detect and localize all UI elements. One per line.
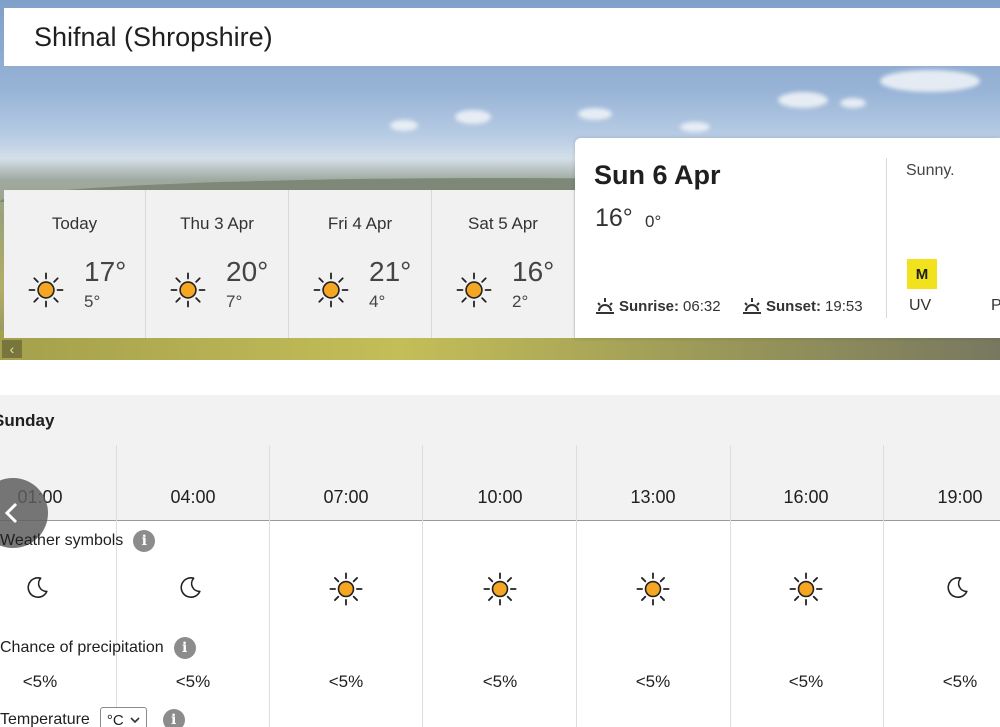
day-tab-label: Today [51, 214, 98, 233]
day-tab-label: Fri 4 Apr [327, 214, 393, 233]
day-min-temp: 4° [369, 292, 386, 311]
sun-icon [313, 272, 349, 308]
day-max-temp: 16° [512, 256, 555, 287]
selected-day-panel: Sun 6 Apr 16° 0° Sunrise: 06:32 Sunset: … [575, 138, 1000, 338]
hourly-day-heading: Sunday [0, 411, 55, 430]
day-max-temp: 17° [84, 256, 127, 287]
day-tab-label: Thu 3 Apr [180, 214, 254, 233]
precipitation-value: <5% [328, 672, 364, 691]
sun-icon [636, 572, 670, 606]
hour-label: 13:00 [630, 487, 676, 507]
weather-symbols-row-label: Weather symbols i [0, 530, 156, 552]
sunset-label: Sunset: [766, 297, 822, 315]
precipitation-value: <5% [942, 672, 978, 691]
info-icon[interactable]: i [162, 709, 185, 727]
sun-icon [483, 572, 517, 606]
precipitation-value: <5% [788, 672, 824, 691]
day-tab[interactable]: Fri 4 Apr 21° 4° [289, 190, 432, 338]
precipitation-value: <5% [175, 672, 211, 691]
temperature-row-label: Temperature °C i [0, 707, 185, 727]
moon-icon [176, 572, 210, 606]
precipitation-value: <5% [482, 672, 518, 691]
column-divider [116, 445, 117, 727]
sunrise-info: Sunrise: 06:32 [595, 297, 721, 315]
precipitation-row-label: Chance of precipitation i [0, 637, 196, 659]
selected-day-min-temp: 0° [645, 212, 662, 231]
column-divider [730, 445, 731, 727]
hour-label: 19:00 [937, 487, 983, 507]
panel-divider [886, 158, 887, 318]
selected-day-max-temp: 16° [595, 204, 633, 232]
sun-icon [170, 272, 206, 308]
day-tab[interactable]: Sat 5 Apr 16° 2° [432, 190, 575, 338]
unit-select-value: °C [106, 711, 124, 727]
hour-label: 04:00 [170, 487, 216, 507]
column-divider [269, 445, 270, 727]
day-max-temp: 21° [369, 256, 412, 287]
info-icon[interactable]: i [173, 637, 196, 659]
pollen-label: P [991, 297, 1000, 314]
day-tab[interactable]: Today 17° 5° [4, 190, 146, 338]
hour-label: 16:00 [783, 487, 829, 507]
sun-icon [28, 272, 64, 308]
uv-badge: M [907, 259, 937, 289]
day-min-temp: 2° [512, 292, 529, 311]
column-divider [576, 445, 577, 727]
moon-icon [943, 572, 977, 606]
precipitation-value: <5% [635, 672, 671, 691]
day-tab[interactable]: Thu 3 Apr 20° 7° [146, 190, 289, 338]
sun-icon [329, 572, 363, 606]
column-divider [422, 445, 423, 727]
moon-icon [23, 572, 57, 606]
uv-label: UV [909, 297, 932, 314]
sun-icon [456, 272, 492, 308]
sun-icon [789, 572, 823, 606]
sunrise-time: 06:32 [683, 297, 721, 315]
day-tab-label: Sat 5 Apr [468, 214, 538, 233]
sunrise-label: Sunrise: [619, 297, 680, 315]
precipitation-value: <5% [22, 672, 58, 691]
hour-label: 10:00 [477, 487, 523, 507]
location-title: Shifnal (Shropshire) [34, 21, 273, 52]
location-bar: Shifnal (Shropshire) [4, 8, 1000, 66]
hour-label: 07:00 [323, 487, 369, 507]
sunrise-icon [596, 298, 614, 314]
days-scroll-left-button[interactable]: ‹ [2, 340, 22, 358]
chevron-down-icon [130, 716, 140, 723]
day-min-temp: 5° [84, 292, 101, 311]
temperature-label: Temperature [0, 711, 90, 727]
weather-summary: Sunny. [906, 162, 955, 179]
selected-day-title: Sun 6 Apr [594, 160, 721, 190]
column-divider [883, 445, 884, 727]
day-max-temp: 20° [226, 256, 269, 287]
sunset-icon [743, 298, 761, 314]
precipitation-label: Chance of precipitation [0, 639, 164, 656]
day-min-temp: 7° [226, 292, 243, 311]
sunset-time: 19:53 [825, 297, 863, 315]
weather-symbols-label: Weather symbols [0, 532, 124, 549]
chevron-left-icon [4, 502, 18, 524]
info-icon[interactable]: i [133, 530, 156, 552]
sunset-info: Sunset: 19:53 [742, 297, 863, 315]
temperature-unit-select[interactable]: °C [99, 707, 147, 727]
